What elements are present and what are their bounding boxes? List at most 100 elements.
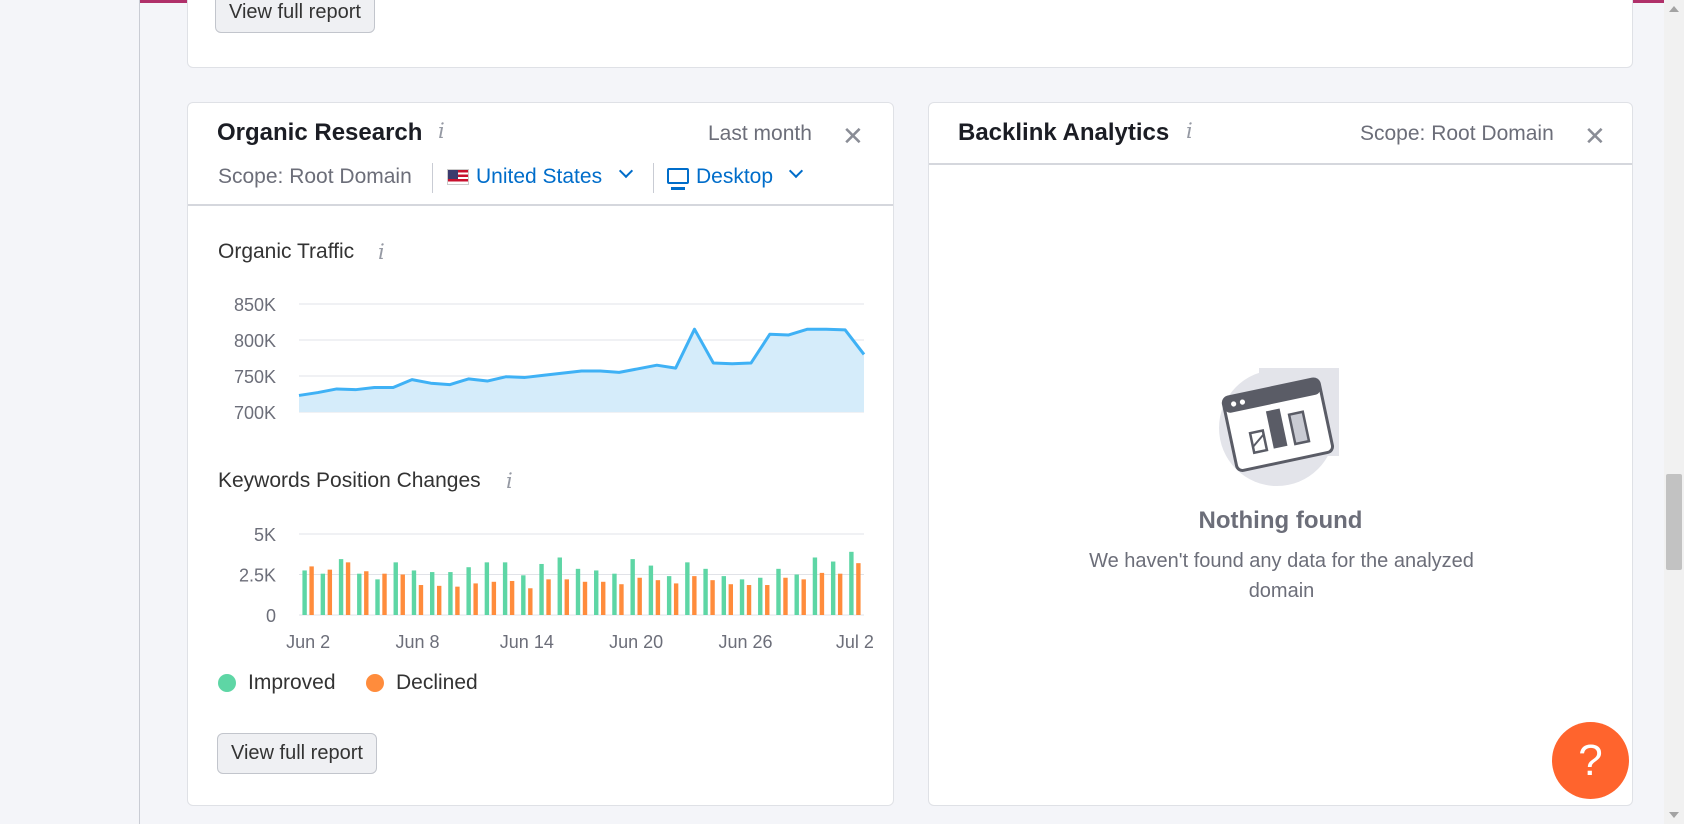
- improved-bar[interactable]: [612, 573, 617, 615]
- declined-bar[interactable]: [655, 580, 661, 615]
- declined-bar[interactable]: [601, 581, 606, 615]
- declined-bar[interactable]: [546, 579, 551, 615]
- traffic-point[interactable]: [559, 369, 567, 377]
- declined-bar[interactable]: [728, 584, 734, 615]
- traffic-point[interactable]: [596, 367, 604, 375]
- improved-bar[interactable]: [758, 577, 763, 615]
- declined-bar[interactable]: [582, 581, 588, 615]
- declined-bar[interactable]: [309, 566, 314, 615]
- close-icon[interactable]: ✕: [842, 123, 864, 149]
- declined-bar[interactable]: [619, 584, 624, 615]
- traffic-point[interactable]: [634, 365, 642, 373]
- improved-bar[interactable]: [448, 572, 453, 615]
- improved-bar[interactable]: [320, 573, 326, 615]
- declined-bar[interactable]: [856, 563, 861, 615]
- declined-bar[interactable]: [837, 573, 843, 615]
- declined-bar[interactable]: [436, 585, 442, 615]
- traffic-point[interactable]: [370, 384, 378, 392]
- scrollbar-thumb[interactable]: [1666, 474, 1682, 570]
- close-icon[interactable]: ✕: [1584, 123, 1606, 149]
- declined-bar[interactable]: [692, 576, 697, 615]
- traffic-point[interactable]: [389, 384, 397, 392]
- traffic-point[interactable]: [446, 381, 454, 389]
- declined-bar[interactable]: [400, 574, 405, 616]
- traffic-point[interactable]: [483, 377, 491, 385]
- traffic-point[interactable]: [728, 360, 736, 368]
- declined-bar[interactable]: [673, 583, 679, 615]
- declined-bar[interactable]: [327, 569, 333, 615]
- improved-bar[interactable]: [739, 579, 745, 615]
- traffic-point[interactable]: [822, 325, 830, 333]
- traffic-point[interactable]: [653, 361, 661, 369]
- traffic-point[interactable]: [578, 367, 586, 375]
- improved-bar[interactable]: [502, 562, 508, 615]
- improved-bar[interactable]: [830, 561, 836, 615]
- declined-bar[interactable]: [382, 573, 387, 615]
- improved-bar[interactable]: [849, 551, 854, 615]
- improved-bar[interactable]: [776, 568, 781, 615]
- improved-legend-label[interactable]: Improved: [248, 671, 336, 695]
- declined-bar[interactable]: [564, 579, 569, 615]
- declined-bar[interactable]: [455, 586, 460, 615]
- improved-bar[interactable]: [338, 559, 344, 615]
- declined-bar[interactable]: [364, 571, 369, 615]
- declined-bar[interactable]: [345, 562, 351, 615]
- info-icon[interactable]: i: [438, 119, 445, 143]
- scroll-down-arrow-icon[interactable]: [1669, 812, 1679, 818]
- device-selector[interactable]: Desktop: [696, 165, 773, 189]
- traffic-point[interactable]: [352, 386, 360, 394]
- traffic-point[interactable]: [521, 373, 529, 381]
- declined-bar[interactable]: [801, 579, 806, 615]
- view-full-report-button[interactable]: View full report: [217, 733, 377, 774]
- traffic-point[interactable]: [408, 376, 416, 384]
- view-full-report-button[interactable]: View full report: [215, 0, 375, 33]
- traffic-point[interactable]: [766, 330, 774, 338]
- declined-bar[interactable]: [819, 572, 825, 615]
- improved-bar[interactable]: [539, 563, 544, 615]
- declined-legend-label[interactable]: Declined: [396, 671, 478, 695]
- improved-bar[interactable]: [594, 570, 599, 615]
- traffic-point[interactable]: [615, 368, 623, 376]
- period-label[interactable]: Last month: [708, 122, 812, 146]
- info-icon[interactable]: i: [506, 469, 513, 493]
- declined-bar[interactable]: [783, 577, 788, 615]
- declined-bar[interactable]: [746, 585, 752, 615]
- help-button[interactable]: ?: [1552, 722, 1629, 799]
- traffic-point[interactable]: [333, 385, 341, 393]
- declined-bar[interactable]: [637, 577, 642, 615]
- info-icon[interactable]: i: [378, 240, 385, 264]
- traffic-point[interactable]: [465, 375, 473, 383]
- improved-bar[interactable]: [375, 579, 380, 615]
- improved-bar[interactable]: [630, 559, 635, 615]
- traffic-point[interactable]: [804, 325, 812, 333]
- declined-bar[interactable]: [528, 588, 533, 615]
- improved-bar[interactable]: [666, 576, 672, 615]
- improved-bar[interactable]: [575, 568, 581, 615]
- traffic-point[interactable]: [502, 373, 510, 381]
- traffic-point[interactable]: [691, 325, 699, 333]
- traffic-point[interactable]: [747, 359, 755, 367]
- traffic-point[interactable]: [672, 364, 680, 372]
- declined-bar[interactable]: [710, 580, 715, 615]
- traffic-point[interactable]: [295, 391, 303, 399]
- improved-bar[interactable]: [302, 570, 307, 615]
- improved-bar[interactable]: [648, 565, 654, 615]
- traffic-point[interactable]: [709, 359, 717, 367]
- scroll-up-arrow-icon[interactable]: [1669, 6, 1679, 12]
- improved-bar[interactable]: [411, 570, 417, 615]
- declined-bar[interactable]: [765, 585, 770, 615]
- traffic-point[interactable]: [841, 326, 849, 334]
- improved-bar[interactable]: [721, 576, 727, 615]
- improved-bar[interactable]: [466, 567, 471, 615]
- improved-bar[interactable]: [685, 562, 690, 615]
- traffic-point[interactable]: [540, 371, 548, 379]
- improved-bar[interactable]: [703, 568, 708, 615]
- country-selector[interactable]: United States: [476, 165, 602, 189]
- declined-bar[interactable]: [418, 585, 424, 615]
- declined-bar[interactable]: [509, 580, 515, 615]
- improved-bar[interactable]: [794, 574, 799, 616]
- improved-bar[interactable]: [521, 575, 526, 615]
- info-icon[interactable]: i: [1186, 119, 1193, 143]
- traffic-point[interactable]: [427, 379, 435, 387]
- improved-bar[interactable]: [557, 557, 562, 615]
